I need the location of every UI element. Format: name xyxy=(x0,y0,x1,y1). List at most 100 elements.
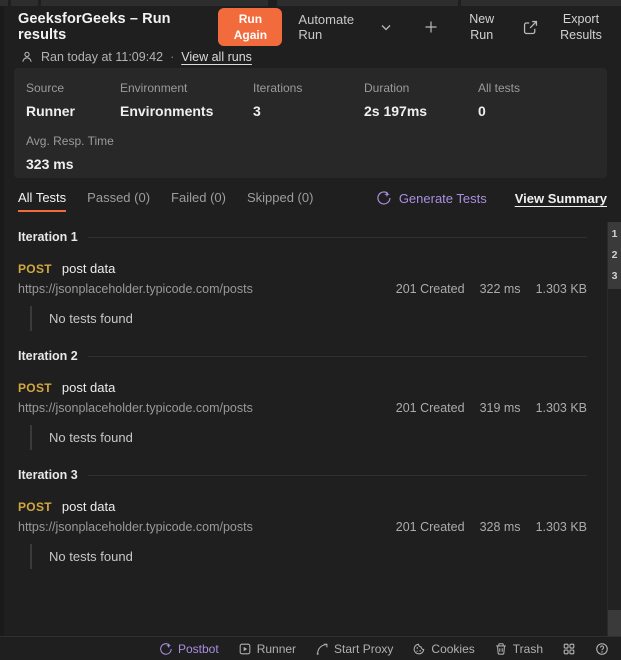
header-top-row: GeeksforGeeks – Run results Run Again Au… xyxy=(18,6,607,48)
request-method: POST xyxy=(18,381,52,395)
share-icon[interactable] xyxy=(522,19,539,36)
summary-value: Runner xyxy=(26,103,75,119)
no-tests-message: No tests found xyxy=(30,544,587,569)
request-row[interactable]: POST post data xyxy=(18,261,587,276)
tab-passed[interactable]: Passed (0) xyxy=(87,183,150,212)
request-url-row: https://jsonplaceholder.typicode.com/pos… xyxy=(18,282,587,296)
user-icon xyxy=(20,50,34,64)
summary-environment: Environment Environments xyxy=(120,81,253,119)
summary-value: Environments xyxy=(120,103,214,119)
cookies-button[interactable]: Cookies xyxy=(412,642,475,656)
scroll-rail[interactable]: 1 2 3 xyxy=(607,222,621,636)
response-size: 1.303 KB xyxy=(535,282,587,296)
postbot-icon xyxy=(159,642,173,656)
run-summary-card: Source Runner Environment Environments I… xyxy=(14,68,607,178)
scroll-rail-bottom xyxy=(608,610,621,636)
request-row[interactable]: POST post data xyxy=(18,499,587,514)
request-url: https://jsonplaceholder.typicode.com/pos… xyxy=(18,282,253,296)
test-filter-tabs: All Tests Passed (0) Failed (0) Skipped … xyxy=(18,183,607,218)
summary-label: Duration xyxy=(364,81,410,95)
iteration-header: Iteration 2 xyxy=(18,347,587,365)
summary-duration: Duration 2s 197ms xyxy=(364,81,478,119)
generate-tests-button[interactable]: Generate Tests xyxy=(376,190,487,206)
start-proxy-button[interactable]: Start Proxy xyxy=(315,642,393,656)
response-time: 328 ms xyxy=(479,520,521,534)
iteration-title: Iteration 1 xyxy=(18,230,78,244)
trash-button[interactable]: Trash xyxy=(494,642,543,656)
iteration-marker-3[interactable]: 3 xyxy=(608,266,621,287)
request-name: post data xyxy=(61,261,116,276)
divider xyxy=(87,236,587,238)
windows-grid-icon[interactable] xyxy=(562,642,576,656)
view-summary-link[interactable]: View Summary xyxy=(515,191,607,206)
tab-failed[interactable]: Failed (0) xyxy=(171,183,226,212)
iteration-header: Iteration 1 xyxy=(18,228,587,246)
response-status: 201 Created xyxy=(395,401,465,415)
iteration-block: Iteration 1 POST post data https://jsonp… xyxy=(18,228,587,331)
postbot-button[interactable]: Postbot xyxy=(159,642,219,656)
trash-label: Trash xyxy=(512,641,543,656)
automate-run-label: Automate Run xyxy=(298,12,355,42)
run-again-button[interactable]: Run Again xyxy=(218,7,283,47)
summary-label: Environment xyxy=(120,81,188,95)
automate-run-dropdown[interactable]: Automate Run xyxy=(298,12,391,42)
iteration-block: Iteration 3 POST post data https://jsonp… xyxy=(18,466,587,569)
runner-button[interactable]: Runner xyxy=(238,642,296,656)
meta-separator: · xyxy=(170,50,175,64)
response-size: 1.303 KB xyxy=(535,520,587,534)
summary-value: 2s 197ms xyxy=(364,103,428,119)
help-icon[interactable] xyxy=(595,642,609,656)
generate-tests-label: Generate Tests xyxy=(398,190,487,206)
response-status: 201 Created xyxy=(395,520,465,534)
divider xyxy=(87,474,587,476)
response-meta: 201 Created 319 ms 1.303 KB xyxy=(396,401,587,415)
request-name: post data xyxy=(61,380,116,395)
iteration-block: Iteration 2 POST post data https://jsonp… xyxy=(18,347,587,450)
request-method: POST xyxy=(18,262,52,276)
start-proxy-label: Start Proxy xyxy=(334,641,394,656)
request-method: POST xyxy=(18,500,52,514)
tabs-actions: Generate Tests View Summary xyxy=(376,183,607,206)
ran-at-text: Ran today at 11:09:42 xyxy=(41,50,164,64)
divider xyxy=(87,355,587,357)
new-run-button[interactable]: New Run xyxy=(459,11,504,44)
request-name: post data xyxy=(61,499,116,514)
request-url: https://jsonplaceholder.typicode.com/pos… xyxy=(18,401,253,415)
iteration-title: Iteration 2 xyxy=(18,349,78,363)
view-all-runs-link[interactable]: View all runs xyxy=(181,50,252,64)
scroll-thumb[interactable]: 1 2 3 xyxy=(608,222,621,289)
response-status: 201 Created xyxy=(395,282,465,296)
response-meta: 201 Created 328 ms 1.303 KB xyxy=(396,520,587,534)
iteration-marker-2[interactable]: 2 xyxy=(608,245,621,266)
export-results-button[interactable]: Export Results xyxy=(555,11,607,44)
run-meta-row: Ran today at 11:09:42 · View all runs xyxy=(18,48,607,66)
request-url-row: https://jsonplaceholder.typicode.com/pos… xyxy=(18,520,587,534)
iteration-header: Iteration 3 xyxy=(18,466,587,484)
page-title: GeeksforGeeks – Run results xyxy=(18,11,171,43)
response-time: 322 ms xyxy=(479,282,521,296)
start-proxy-icon xyxy=(315,642,329,656)
no-tests-message: No tests found xyxy=(30,306,587,331)
tab-all-tests[interactable]: All Tests xyxy=(18,183,67,212)
postbot-sparkle-icon xyxy=(376,190,392,206)
summary-label: Iterations xyxy=(253,81,303,95)
summary-label: Source xyxy=(26,81,65,95)
trash-icon xyxy=(494,642,508,656)
header: GeeksforGeeks – Run results Run Again Au… xyxy=(0,6,621,68)
summary-label: All tests xyxy=(478,81,521,95)
iteration-title: Iteration 3 xyxy=(18,468,78,482)
summary-row: Source Runner Environment Environments I… xyxy=(26,81,595,119)
response-size: 1.303 KB xyxy=(535,401,587,415)
summary-iterations: Iterations 3 xyxy=(253,81,364,119)
iteration-marker-1[interactable]: 1 xyxy=(608,224,621,245)
request-row[interactable]: POST post data xyxy=(18,380,587,395)
tab-skipped[interactable]: Skipped (0) xyxy=(247,183,313,212)
plus-icon[interactable] xyxy=(423,19,439,35)
postbot-label: Postbot xyxy=(177,641,219,656)
runner-icon xyxy=(238,642,252,656)
request-url-row: https://jsonplaceholder.typicode.com/pos… xyxy=(18,401,587,415)
no-tests-message: No tests found xyxy=(30,425,587,450)
status-bar: Postbot Runner Start Proxy Cookies Trash xyxy=(0,636,621,660)
summary-value: 0 xyxy=(478,103,486,119)
results-list: Iteration 1 POST post data https://jsonp… xyxy=(0,218,621,636)
